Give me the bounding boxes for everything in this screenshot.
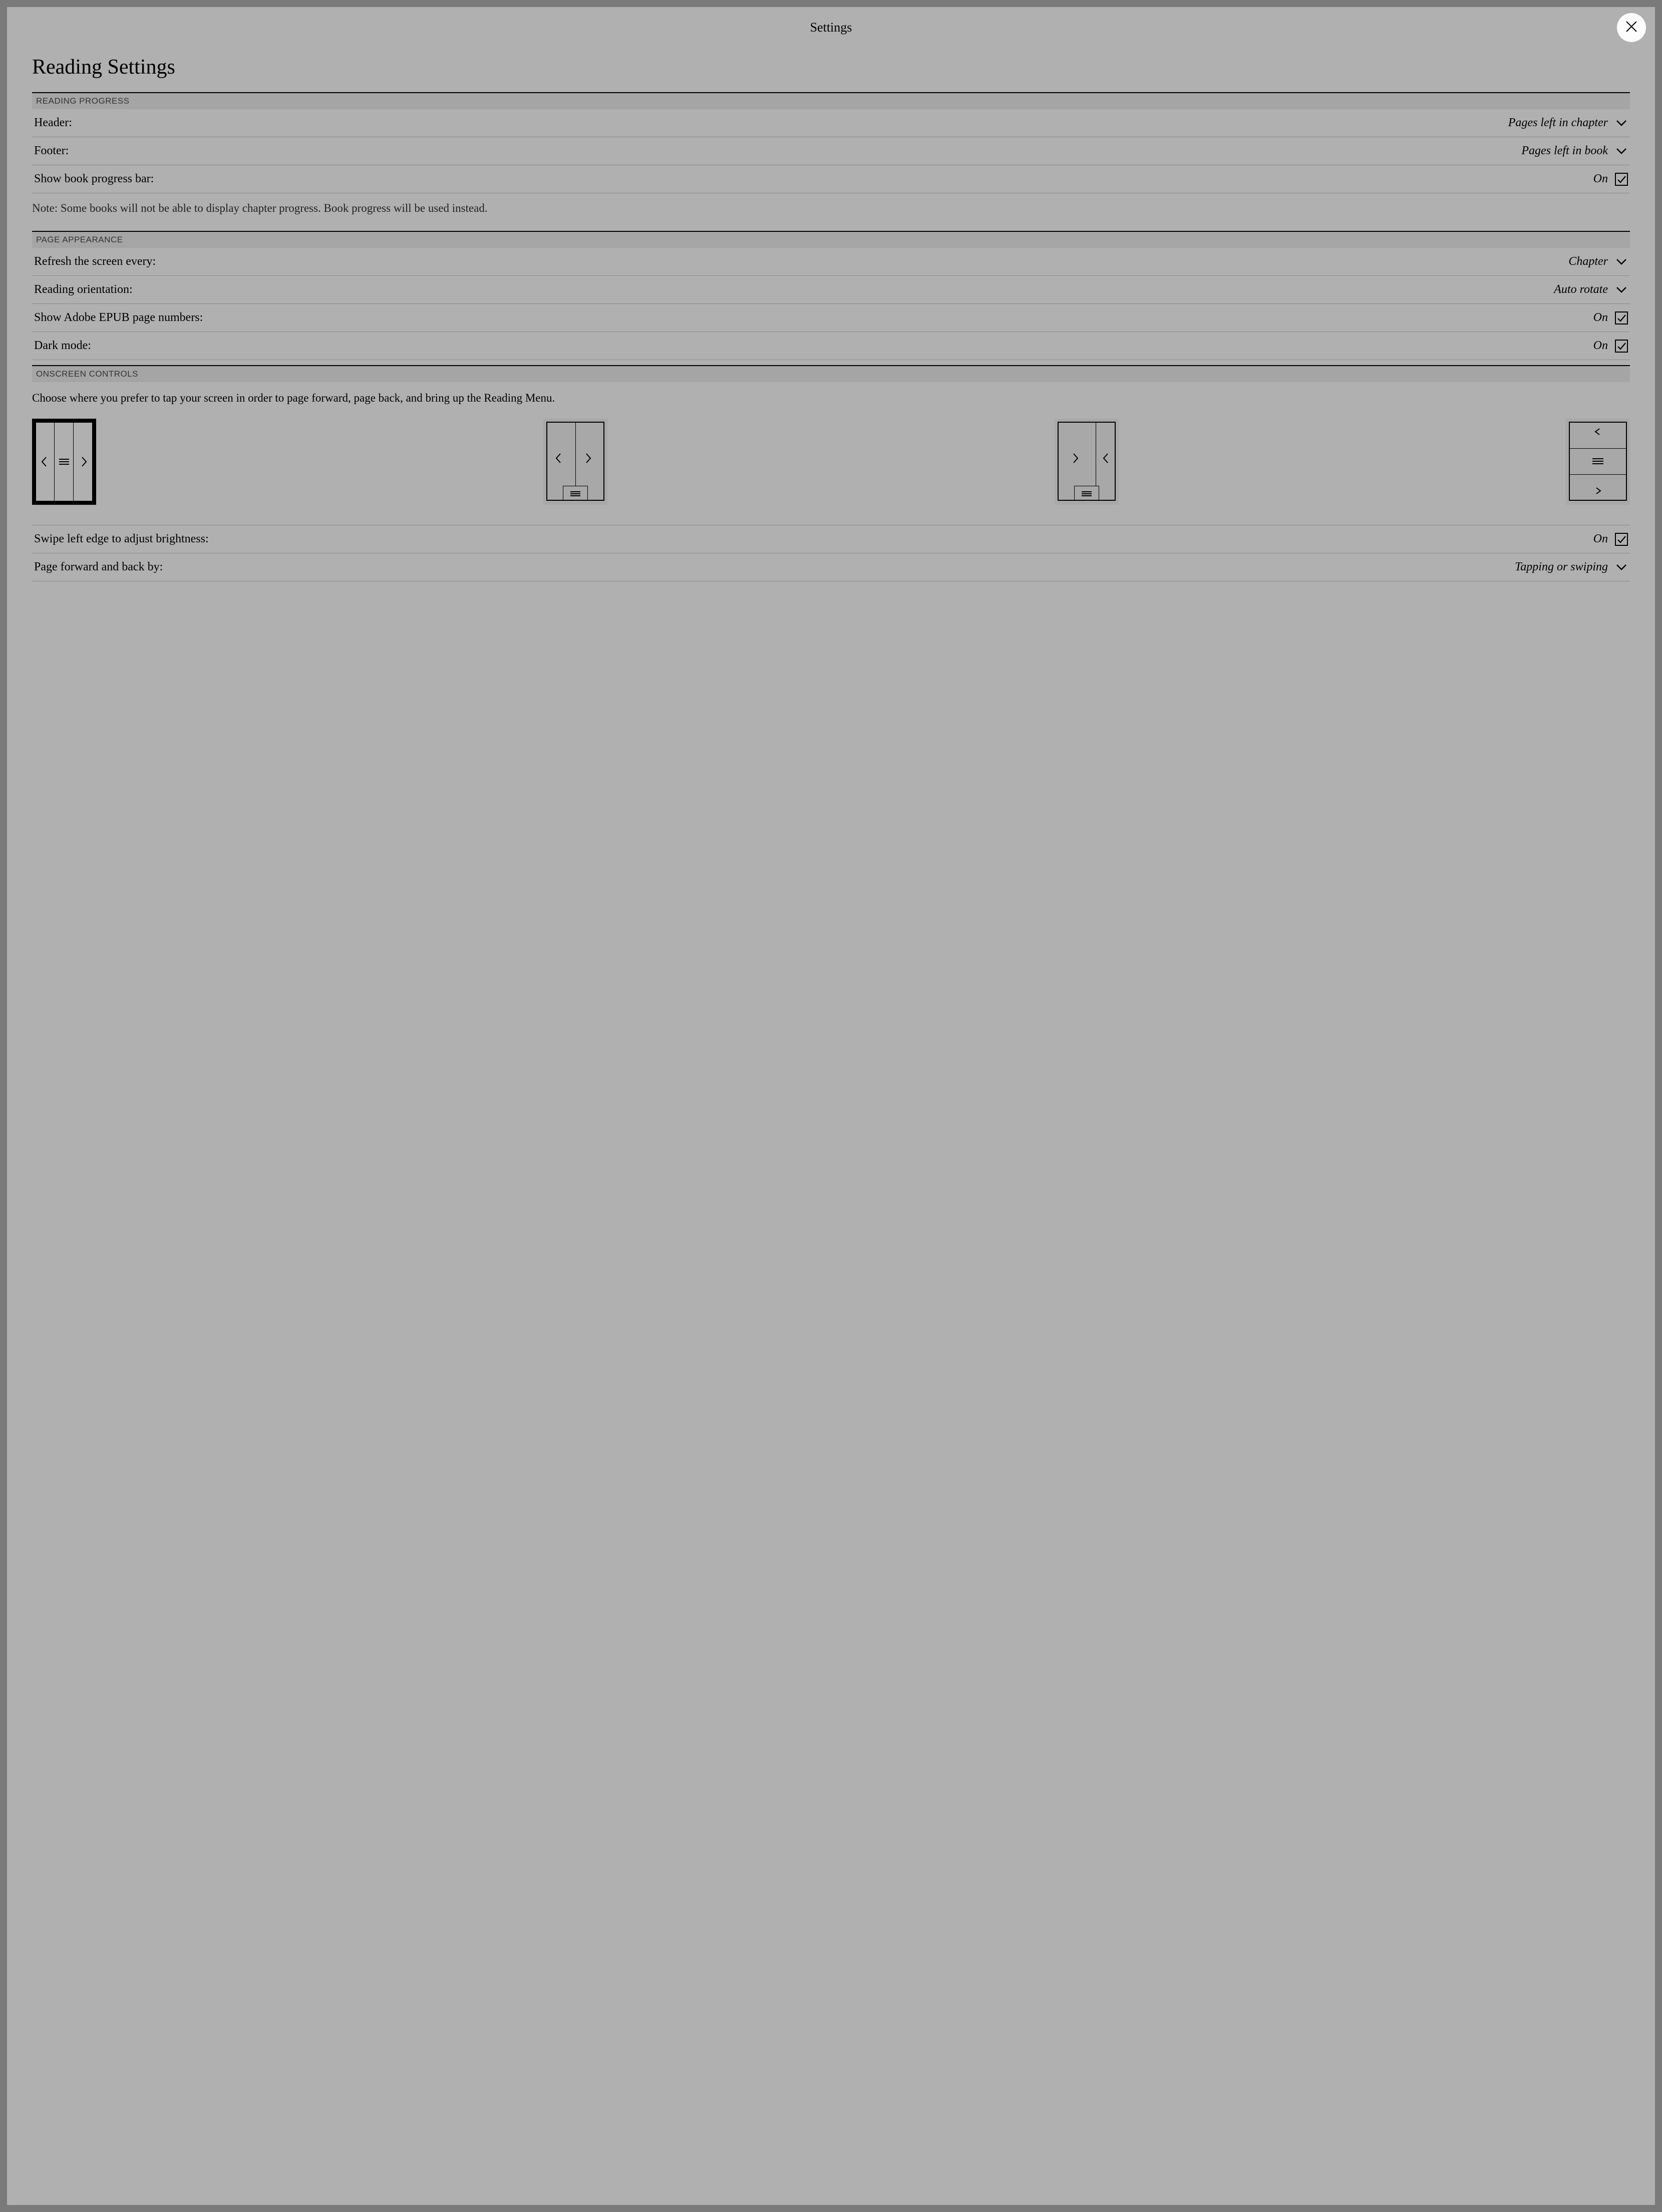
layout-diagram [1569, 422, 1627, 501]
chevron-down-icon [1615, 148, 1628, 155]
layout-diagram [1058, 422, 1116, 501]
page-title: Reading Settings [32, 55, 1630, 79]
tap-layout-option-3[interactable] [1055, 419, 1119, 505]
row-value: Pages left in book [1521, 144, 1608, 158]
row-value: Auto rotate [1554, 283, 1608, 296]
tap-layout-option-2[interactable] [543, 419, 607, 505]
chevron-down-icon [1615, 564, 1628, 571]
settings-panel: Settings Reading Settings READING PROGRE… [7, 7, 1655, 2205]
row-value: Pages left in chapter [1508, 116, 1608, 130]
chevron-right-icon [584, 453, 592, 464]
row-footer-display[interactable]: Footer: Pages left in book [32, 137, 1630, 165]
chevron-right-icon [80, 456, 88, 467]
chevron-down-icon [1615, 258, 1628, 265]
menu-icon [1592, 458, 1604, 465]
row-reading-orientation[interactable]: Reading orientation: Auto rotate [32, 276, 1630, 304]
chevron-down-icon [1615, 120, 1628, 127]
row-label: Show Adobe EPUB page numbers: [34, 311, 203, 325]
checkbox-checked-icon[interactable] [1615, 173, 1628, 186]
row-label: Refresh the screen every: [34, 255, 156, 268]
tap-layout-options [32, 416, 1630, 525]
row-value: On [1593, 311, 1608, 325]
row-label: Page forward and back by: [34, 560, 163, 574]
row-label: Swipe left edge to adjust brightness: [34, 532, 209, 546]
row-value: On [1593, 532, 1608, 546]
section-header-page-appearance: PAGE APPEARANCE [32, 231, 1630, 248]
section-header-reading-progress: READING PROGRESS [32, 92, 1630, 109]
row-label: Show book progress bar: [34, 172, 154, 186]
row-label: Dark mode: [34, 339, 91, 353]
chevron-right-icon [1592, 487, 1603, 495]
layout-diagram [32, 419, 96, 505]
menu-icon [59, 458, 70, 465]
menu-icon [1081, 491, 1092, 497]
section-header-onscreen-controls: ONSCREEN CONTROLS [32, 365, 1630, 382]
chevron-left-icon [554, 453, 562, 464]
chevron-right-icon [1072, 453, 1080, 464]
tap-layout-option-1[interactable] [32, 419, 96, 505]
row-dark-mode[interactable]: Dark mode: On [32, 332, 1630, 360]
close-icon [1624, 20, 1638, 36]
row-page-forward-back[interactable]: Page forward and back by: Tapping or swi… [32, 553, 1630, 581]
topbar: Settings [7, 7, 1655, 40]
checkbox-checked-icon[interactable] [1615, 311, 1628, 325]
menu-icon [570, 491, 581, 497]
chevron-left-icon [40, 456, 48, 467]
layout-diagram [546, 422, 604, 501]
row-adobe-epub[interactable]: Show Adobe EPUB page numbers: On [32, 304, 1630, 332]
row-label: Footer: [34, 144, 69, 158]
row-value: On [1593, 339, 1608, 353]
topbar-title: Settings [810, 20, 852, 35]
row-label: Reading orientation: [34, 283, 133, 296]
row-swipe-brightness[interactable]: Swipe left edge to adjust brightness: On [32, 525, 1630, 553]
chevron-left-icon [1102, 453, 1110, 464]
row-header-display[interactable]: Header: Pages left in chapter [32, 109, 1630, 137]
checkbox-checked-icon[interactable] [1615, 340, 1628, 353]
row-refresh-screen[interactable]: Refresh the screen every: Chapter [32, 248, 1630, 276]
progress-note: Note: Some books will not be able to dis… [32, 193, 1630, 231]
chevron-left-icon [1592, 428, 1603, 436]
row-value: Chapter [1568, 255, 1608, 268]
row-show-progress-bar[interactable]: Show book progress bar: On [32, 165, 1630, 193]
tap-layout-option-4[interactable] [1566, 419, 1630, 505]
row-value: On [1593, 172, 1608, 186]
row-value: Tapping or swiping [1515, 560, 1608, 574]
controls-description: Choose where you prefer to tap your scre… [32, 382, 1630, 416]
row-label: Header: [34, 116, 72, 130]
chevron-down-icon [1615, 286, 1628, 293]
checkbox-checked-icon[interactable] [1615, 533, 1628, 546]
close-button[interactable] [1617, 13, 1646, 42]
